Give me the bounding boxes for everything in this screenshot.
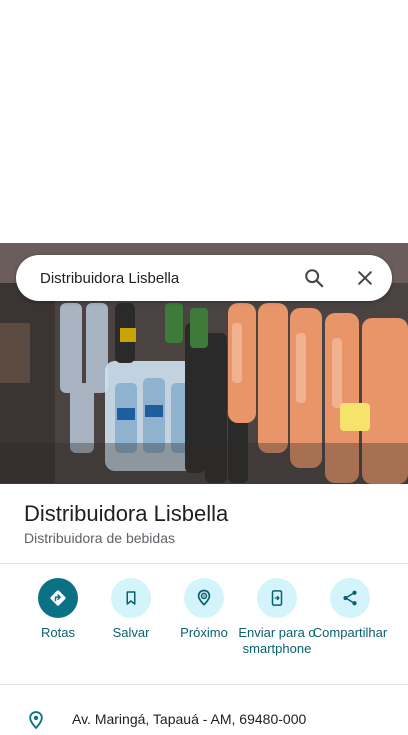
action-label: Rotas (41, 625, 75, 640)
close-icon[interactable] (353, 266, 377, 290)
bookmark-icon (111, 578, 151, 618)
location-pin-icon (26, 710, 46, 735)
action-label: Enviar para o smartphone (238, 625, 316, 656)
action-label: Compartilhar (312, 625, 388, 640)
directions-button[interactable]: Rotas (18, 578, 98, 641)
directions-icon (38, 578, 78, 618)
place-header: Distribuidora Lisbella Distribuidora de … (24, 500, 394, 547)
share-button[interactable]: Compartilhar (310, 578, 390, 641)
share-icon (330, 578, 370, 618)
divider (0, 684, 408, 685)
action-label: Salvar (112, 625, 150, 640)
search-icon[interactable] (302, 266, 326, 290)
place-category[interactable]: Distribuidora de bebidas (24, 529, 394, 547)
action-bar: Rotas Salvar Próximo Enviar para o smart… (0, 578, 408, 678)
save-button[interactable]: Salvar (91, 578, 171, 641)
address-row[interactable]: Av. Maringá, Tapauá - AM, 69480-000 (0, 700, 408, 730)
action-label: Próximo (180, 625, 228, 640)
send-to-phone-button[interactable]: Enviar para o smartphone (237, 578, 317, 657)
nearby-button[interactable]: Próximo (164, 578, 244, 641)
search-bar[interactable]: Distribuidora Lisbella (16, 255, 392, 301)
divider (0, 563, 408, 564)
nearby-icon (184, 578, 224, 618)
place-name: Distribuidora Lisbella (24, 501, 229, 526)
search-query[interactable]: Distribuidora Lisbella (40, 270, 392, 287)
place-address: Av. Maringá, Tapauá - AM, 69480-000 (72, 711, 307, 727)
map-area-blank (0, 0, 408, 243)
send-to-phone-icon (257, 578, 297, 618)
